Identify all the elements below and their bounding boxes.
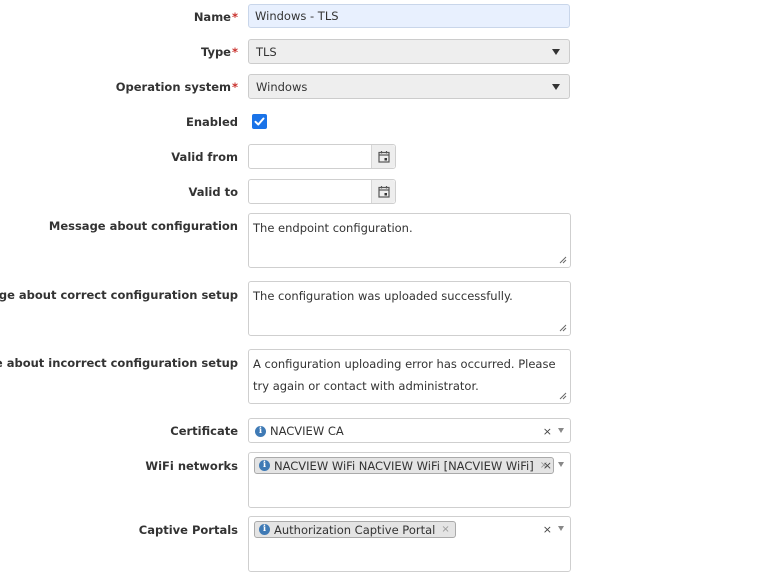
chevron-down-icon[interactable] <box>558 462 564 467</box>
chip-remove-icon[interactable]: × <box>441 524 449 535</box>
name-label: Name* <box>193 10 238 24</box>
msg-correct-textarea[interactable]: The configuration was uploaded successfu… <box>248 281 571 336</box>
valid-from-label: Valid from <box>171 150 238 164</box>
type-select[interactable]: TLS <box>248 39 570 64</box>
msg-incorrect-label: Message about incorrect configuration se… <box>0 356 238 370</box>
os-label: Operation system* <box>115 80 238 94</box>
valid-to-calendar-button[interactable] <box>371 180 395 203</box>
resize-grip-icon[interactable] <box>559 256 567 264</box>
chip-label: Authorization Captive Portal <box>274 522 436 537</box>
msg-config-label: Message about configuration <box>48 219 238 233</box>
msg-incorrect-value: A configuration uploading error has occu… <box>253 357 556 393</box>
required-mark: * <box>231 45 238 59</box>
valid-from-calendar-button[interactable] <box>371 145 395 168</box>
clear-selection-icon[interactable]: × <box>543 523 552 536</box>
captive-multiselect[interactable]: i Authorization Captive Portal × × <box>248 516 571 572</box>
certificate-selected: i NACVIEW CA <box>255 424 344 438</box>
info-icon: i <box>255 426 266 437</box>
resize-grip-icon[interactable] <box>559 392 567 400</box>
valid-from-input[interactable] <box>248 144 396 169</box>
msg-config-textarea[interactable]: The endpoint configuration. <box>248 213 571 268</box>
info-icon: i <box>259 460 270 471</box>
chevron-down-icon[interactable] <box>558 428 564 433</box>
type-selected-value: TLS <box>256 44 277 59</box>
os-select[interactable]: Windows <box>248 74 570 99</box>
calendar-icon <box>377 151 390 163</box>
valid-to-field[interactable] <box>249 180 371 203</box>
checkmark-icon <box>254 117 265 126</box>
required-mark: * <box>231 80 238 94</box>
msg-config-value: The endpoint configuration. <box>253 221 413 235</box>
valid-from-field[interactable] <box>249 145 371 168</box>
clear-selection-icon[interactable]: × <box>543 425 552 438</box>
type-label: Type* <box>200 45 238 59</box>
selected-chip: i Authorization Captive Portal × <box>254 521 456 538</box>
enabled-label: Enabled <box>185 115 238 129</box>
clear-selection-icon[interactable]: × <box>543 459 552 472</box>
os-selected-value: Windows <box>256 79 308 94</box>
certificate-select[interactable]: i NACVIEW CA × <box>248 418 571 443</box>
resize-grip-icon[interactable] <box>559 324 567 332</box>
msg-correct-value: The configuration was uploaded successfu… <box>253 289 513 303</box>
wifi-multiselect[interactable]: i NACVIEW WiFi NACVIEW WiFi [NACVIEW WiF… <box>248 452 571 508</box>
name-input[interactable]: Windows - TLS <box>248 4 570 28</box>
selected-chip: i NACVIEW WiFi NACVIEW WiFi [NACVIEW WiF… <box>254 457 555 474</box>
msg-incorrect-textarea[interactable]: A configuration uploading error has occu… <box>248 349 571 404</box>
certificate-label: Certificate <box>170 424 238 438</box>
info-icon: i <box>259 524 270 535</box>
valid-to-input[interactable] <box>248 179 396 204</box>
wifi-label: WiFi networks <box>145 459 238 473</box>
calendar-icon <box>377 186 390 198</box>
valid-to-label: Valid to <box>188 185 238 199</box>
msg-correct-label: Message about correct configuration setu… <box>0 288 238 302</box>
name-value: Windows - TLS <box>255 9 339 23</box>
chip-label: NACVIEW WiFi NACVIEW WiFi [NACVIEW WiFi] <box>274 458 534 473</box>
caret-down-icon <box>552 84 560 90</box>
captive-label: Captive Portals <box>138 523 238 537</box>
chevron-down-icon[interactable] <box>558 526 564 531</box>
required-mark: * <box>231 10 238 24</box>
enabled-checkbox[interactable] <box>252 114 267 129</box>
caret-down-icon <box>552 49 560 55</box>
